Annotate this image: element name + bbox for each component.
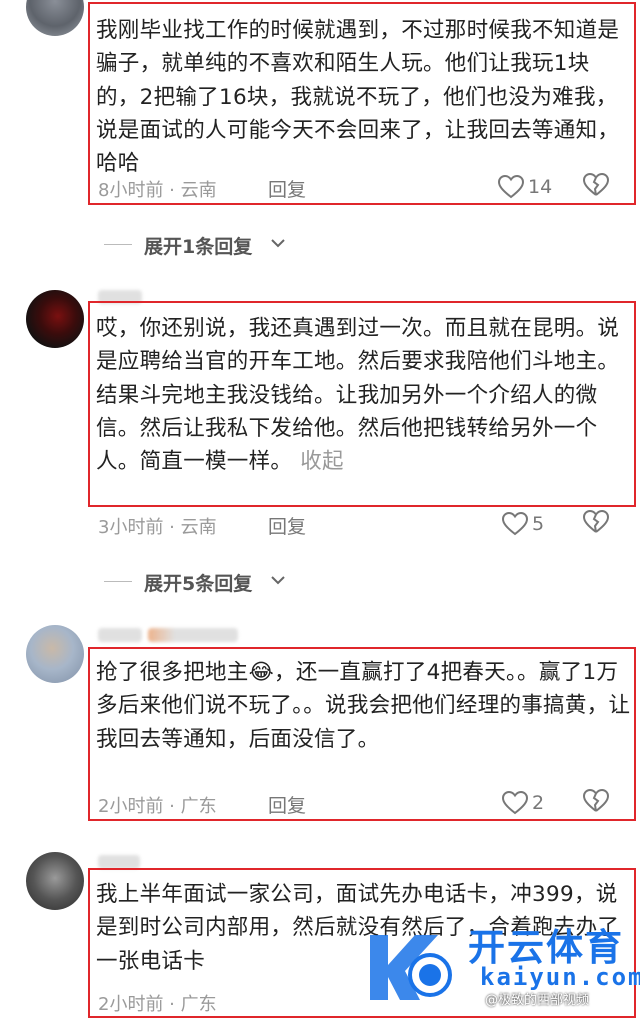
expand-replies-button[interactable]: 展开1条回复 xyxy=(100,230,400,260)
avatar[interactable] xyxy=(26,290,84,348)
heart-outline-icon xyxy=(502,512,528,536)
avatar[interactable] xyxy=(26,0,84,36)
comment-time-location: 2小时前 · 广东 xyxy=(98,796,217,817)
reply-button[interactable]: 回复 xyxy=(268,791,306,818)
comment-time-location: 3小时前 · 云南 xyxy=(98,517,217,538)
username-blurred[interactable] xyxy=(148,628,238,642)
username-blurred[interactable] xyxy=(98,855,140,869)
dislike-button[interactable] xyxy=(582,509,613,539)
like-button[interactable]: 14 xyxy=(498,172,588,202)
expand-replies-button[interactable]: 展开5条回复 xyxy=(100,567,400,597)
heart-outline-icon xyxy=(498,175,524,199)
comment-text: 我刚毕业找工作的时候就遇到，不过那时候我不知道是骗子，就单纯的不喜欢和陌生人玩。… xyxy=(96,18,620,177)
comment-text: 哎，你还别说，我还真遇到过一次。而且就在昆明。说是应聘给当官的开车工地。然后要求… xyxy=(96,316,620,475)
like-button[interactable]: 5 xyxy=(502,509,592,539)
watermark-url: kaiyun.com xyxy=(480,963,640,991)
reply-button[interactable]: 回复 xyxy=(268,512,306,539)
heart-outline-icon xyxy=(502,791,528,815)
reply-button[interactable]: 回复 xyxy=(268,175,306,202)
comment-meta: 2小时前 · 广东 回复 2 xyxy=(98,788,634,820)
watermark: 开云体育 kaiyun.com @极致的西部视频 xyxy=(360,905,640,1008)
comment-text: 抢了很多把地主😂，还一直赢打了4把春天。。赢了1万多后来他们说不玩了。。说我会把… xyxy=(96,660,631,752)
like-count: 5 xyxy=(532,513,545,535)
avatar[interactable] xyxy=(26,852,84,910)
laughing-emoji-icon: 😂 xyxy=(248,660,275,685)
username-blurred[interactable] xyxy=(98,628,142,642)
comment-meta: 3小时前 · 云南 回复 5 xyxy=(98,509,634,541)
kaiyun-logo-icon xyxy=(370,935,452,1000)
divider xyxy=(104,581,132,582)
like-count: 14 xyxy=(528,176,553,198)
broken-heart-icon xyxy=(582,509,610,533)
chevron-down-icon xyxy=(271,239,285,248)
broken-heart-icon xyxy=(582,788,610,812)
avatar[interactable] xyxy=(26,625,84,683)
like-button[interactable]: 2 xyxy=(502,788,592,818)
dislike-button[interactable] xyxy=(582,788,613,818)
dislike-button[interactable] xyxy=(582,172,613,202)
comment-time-location: 2小时前 · 广东 xyxy=(98,994,217,1015)
like-count: 2 xyxy=(532,792,545,814)
broken-heart-icon xyxy=(582,172,610,196)
divider xyxy=(104,244,132,245)
watermark-handle: @极致的西部视频 xyxy=(485,993,590,1008)
chevron-down-icon xyxy=(271,576,285,585)
comment-time-location: 8小时前 · 云南 xyxy=(98,180,217,201)
comment-meta: 8小时前 · 云南 回复 14 xyxy=(98,172,634,204)
collapse-button[interactable]: 收起 xyxy=(300,449,344,474)
